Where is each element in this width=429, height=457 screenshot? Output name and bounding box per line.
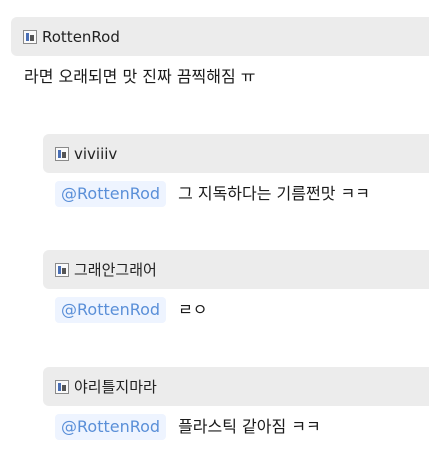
user-badge-icon xyxy=(55,146,69,161)
reply-author-header[interactable]: viviiiv xyxy=(43,134,429,173)
post: RottenRod 라면 오래되면 맛 진짜 끔찍해짐 ㅠ xyxy=(11,17,429,85)
reply-author-name[interactable]: 그래안그래어 xyxy=(74,259,157,280)
reply: viviiiv @RottenRod 그 지독하다는 기름쩐맛 ㅋㅋ xyxy=(43,134,429,207)
mention-link[interactable]: @RottenRod xyxy=(55,181,167,207)
reply-author-name[interactable]: 야리틀지마라 xyxy=(74,376,157,397)
reply-author-name[interactable]: viviiiv xyxy=(74,145,117,163)
mention-link[interactable]: @RottenRod xyxy=(55,297,167,323)
reply-text: ㄹㅇ xyxy=(178,300,208,319)
reply-text: 플라스틱 같아짐 ㅋㅋ xyxy=(178,417,321,436)
reply: 야리틀지마라 @RottenRod 플라스틱 같아짐 ㅋㅋ xyxy=(43,367,429,440)
post-text: 라면 오래되면 맛 진짜 끔찍해짐 ㅠ xyxy=(24,67,256,86)
post-author-header[interactable]: RottenRod xyxy=(11,17,429,56)
post-author-name[interactable]: RottenRod xyxy=(42,28,120,46)
reply-author-header[interactable]: 야리틀지마라 xyxy=(43,367,429,406)
user-badge-icon xyxy=(23,29,37,44)
reply-text: 그 지독하다는 기름쩐맛 ㅋㅋ xyxy=(178,184,370,203)
user-badge-icon xyxy=(55,262,69,277)
user-badge-icon xyxy=(55,379,69,394)
reply-author-header[interactable]: 그래안그래어 xyxy=(43,250,429,289)
mention-link[interactable]: @RottenRod xyxy=(55,414,167,440)
reply: 그래안그래어 @RottenRod ㄹㅇ xyxy=(43,250,429,323)
